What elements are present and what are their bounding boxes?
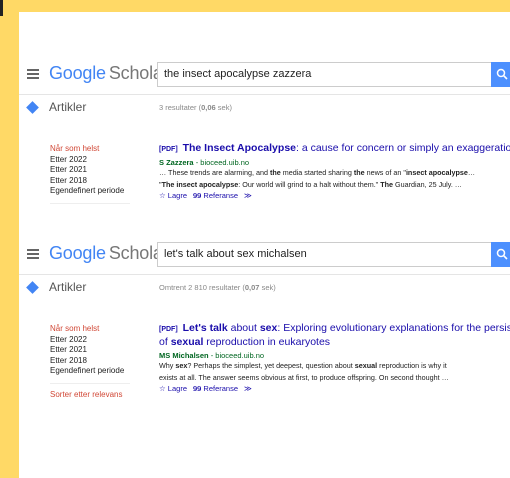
search-input[interactable]: the insect apocalypse zazzera	[157, 62, 497, 87]
filter-since-2022[interactable]: Etter 2022	[50, 155, 150, 166]
search-input[interactable]: let's talk about sex michalsen	[157, 242, 497, 267]
subheader: Artikler 3 resultater (0,06 sek)	[19, 95, 510, 121]
result-snippet-line-1: … These trends are alarming, and the med…	[159, 168, 510, 179]
snippet-part: The	[380, 179, 394, 189]
sidebar-divider	[50, 202, 130, 204]
section-articles[interactable]: Artikler	[49, 100, 86, 114]
snippet-part: the	[269, 168, 281, 177]
filter-custom-range[interactable]: Egendefinert periode	[50, 366, 150, 377]
search-icon	[496, 68, 508, 80]
filter-any-time[interactable]: Når som helst	[50, 324, 150, 335]
snippet-part: insect apocalypse	[405, 168, 468, 177]
result-title[interactable]: [PDF] Let's talk about sex: Exploring ev…	[159, 322, 510, 336]
save-button[interactable]: ☆ Lagre	[159, 191, 187, 200]
result-title[interactable]: [PDF] The Insect Apocalypse: a cause for…	[159, 142, 510, 156]
search-icon	[496, 248, 508, 260]
title-part: of	[159, 336, 171, 348]
snippet-part: …	[467, 168, 476, 177]
snippet-part: … These trends are alarming, and	[159, 168, 270, 177]
result-source: - bioceed.uib.no	[208, 351, 265, 360]
filter-since-2021[interactable]: Etter 2021	[50, 345, 150, 356]
search-result: [PDF] Let's talk about sex: Exploring ev…	[159, 322, 510, 394]
save-button[interactable]: ☆ Lagre	[159, 384, 187, 393]
result-title-line-2[interactable]: of sexual reproduction in eukaryotes	[159, 336, 510, 349]
filter-since-2022[interactable]: Etter 2022	[50, 335, 150, 346]
count-suffix: sek)	[259, 283, 276, 292]
logo-google: Google	[49, 63, 106, 83]
cite-button[interactable]: 𝟗𝟗 Referanse	[193, 384, 238, 393]
count-prefix: 3 resultater (	[159, 103, 202, 112]
title-part: about	[227, 322, 260, 334]
section-articles[interactable]: Artikler	[49, 280, 86, 294]
filter-since-2018[interactable]: Etter 2018	[50, 176, 150, 187]
corner-mark	[0, 0, 3, 16]
snippet-part: sex	[175, 361, 188, 370]
snippet-part: reproduction is why it	[377, 361, 447, 370]
title-part: Let's talk	[182, 322, 228, 334]
result-authors: MS Michalsen - bioceed.uib.no	[159, 351, 510, 360]
scholar-panel-2: Google Scholar let's talk about sex micha…	[19, 240, 510, 399]
sidebar-divider	[50, 382, 130, 384]
results-count: 3 resultater (0,06 sek)	[159, 103, 232, 112]
pdf-tag: [PDF]	[159, 146, 178, 153]
snippet-part: ? Perhaps the simplest, yet deepest, que…	[187, 361, 355, 370]
screenshot-frame: Google Scholar the insect apocalypse zazz…	[19, 12, 510, 478]
result-snippet-line-2: exists at all. The answer seems obvious …	[159, 372, 449, 382]
subheader: Artikler Omtrent 2 810 resultater (0,07 …	[19, 275, 510, 301]
search-button[interactable]	[491, 62, 510, 87]
title-part: sexual	[170, 336, 204, 348]
title-part: reproduction in eukaryotes	[203, 336, 331, 348]
result-snippet-line-2: "The insect apocalypse: Our world will g…	[159, 180, 510, 191]
result-actions: ☆ Lagre 𝟗𝟗 Referanse ≫	[159, 384, 510, 394]
snippet-part: Guardian, 25 July. …	[393, 179, 462, 189]
filter-since-2021[interactable]: Etter 2021	[50, 165, 150, 176]
count-suffix: sek)	[215, 103, 232, 112]
filter-sidebar: Når som helst Etter 2022 Etter 2021 Ette…	[50, 144, 150, 204]
snippet-part: : Our world will grind to a halt without…	[238, 179, 381, 189]
more-icon[interactable]: ≫	[244, 191, 252, 200]
cite-button[interactable]: 𝟗𝟗 Referanse	[193, 191, 238, 200]
snippet-part: Why	[159, 361, 176, 370]
articles-icon	[26, 281, 39, 294]
articles-icon	[26, 101, 39, 114]
filter-sidebar: Når som helst Etter 2022 Etter 2021 Ette…	[50, 324, 150, 399]
more-icon[interactable]: ≫	[244, 384, 252, 393]
snippet-part: news of an "	[364, 168, 406, 177]
scholar-panel-1: Google Scholar the insect apocalypse zazz…	[19, 60, 510, 204]
google-scholar-logo[interactable]: Google Scholar	[49, 243, 169, 264]
count-time: 0,06	[201, 103, 216, 112]
result-source: - bioceed.uib.no	[193, 158, 250, 167]
pdf-tag: [PDF]	[159, 326, 178, 333]
results-count: Omtrent 2 810 resultater (0,07 sek)	[159, 283, 276, 292]
snippet-part: the	[353, 168, 365, 177]
menu-icon[interactable]	[27, 249, 39, 259]
snippet-part: media started sharing	[280, 168, 354, 177]
filter-custom-range[interactable]: Egendefinert periode	[50, 186, 150, 197]
search-result: [PDF] The Insect Apocalypse: a cause for…	[159, 142, 510, 201]
title-part: : Exploring evolutionary explanations fo…	[277, 322, 510, 334]
result-actions: ☆ Lagre 𝟗𝟗 Referanse ≫	[159, 191, 510, 201]
search-button[interactable]	[491, 242, 510, 267]
title-part: sex	[259, 322, 278, 334]
count-time: 0,07	[244, 283, 260, 292]
sort-by-relevance[interactable]: Sorter etter relevans	[50, 390, 150, 399]
google-scholar-logo[interactable]: Google Scholar	[49, 63, 169, 84]
result-snippet-line-1: Why sex? Perhaps the simplest, yet deepe…	[159, 361, 510, 372]
snippet-part: sexual	[354, 361, 378, 370]
count-prefix: Omtrent 2 810 resultater (	[159, 283, 245, 292]
header: Google Scholar let's talk about sex micha…	[19, 240, 510, 294]
snippet-part: The insect apocalypse	[161, 179, 239, 189]
author-link[interactable]: S Zazzera	[159, 158, 194, 167]
filter-any-time[interactable]: Når som helst	[50, 144, 150, 155]
logo-google: Google	[49, 243, 106, 263]
result-authors: S Zazzera - bioceed.uib.no	[159, 158, 510, 167]
filter-since-2018[interactable]: Etter 2018	[50, 356, 150, 367]
title-part: : a cause for concern or simply an exagg…	[296, 142, 510, 154]
header: Google Scholar the insect apocalypse zazz…	[19, 60, 510, 114]
title-part: The Insect Apocalypse	[182, 142, 296, 154]
menu-icon[interactable]	[27, 69, 39, 79]
author-link[interactable]: MS Michalsen	[159, 351, 209, 360]
